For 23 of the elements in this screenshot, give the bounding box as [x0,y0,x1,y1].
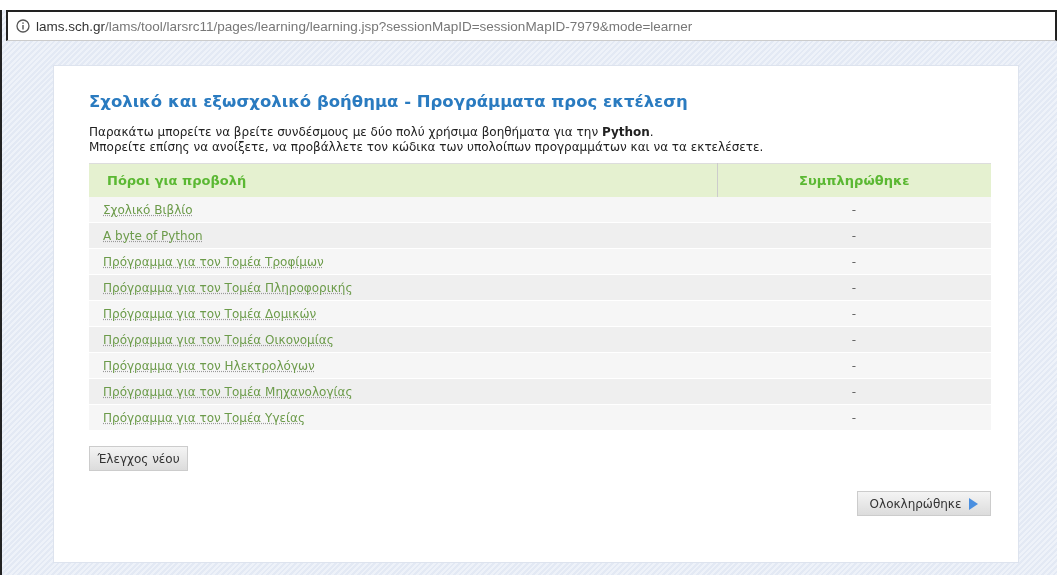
play-arrow-icon [969,497,979,510]
resource-link[interactable]: Πρόγραμμα για τον Ηλεκτρολόγων [103,358,315,373]
finish-button[interactable]: Ολοκληρώθηκε [857,491,991,516]
check-new-button[interactable]: Έλεγχος νέου [89,446,188,471]
resource-link[interactable]: Πρόγραμμα για τον Τομέα Υγείας [103,410,306,425]
info-icon[interactable] [16,19,30,33]
resource-link[interactable]: Πρόγραμμα για τον Τομέα Δομικών [103,306,317,321]
resource-link[interactable]: A byte of Python [103,228,203,243]
instructions-text: Παρακάτω μπορείτε να βρείτε συνδέσμους με δύο πολύ χρήσιμα βοηθήματα για την Python. Μπορείτε επίσης να ανοίξετε, να προβάλλετε τον κώδικα των υπολοίπων προγραμμάτων και να τα εκτελέσετε. [89,125,765,155]
table-cell: - [717,378,991,405]
table-cell: - [717,404,991,431]
resource-link[interactable]: Σχολικό Βιβλίο [103,202,193,217]
column-header: Πόροι για προβολή [89,163,717,197]
table-cell: - [717,300,991,327]
table-cell: - [717,248,991,275]
column-header: Συμπληρώθηκε [717,163,991,197]
table-cell: - [717,197,991,223]
table-cell: - [717,352,991,379]
table-cell: - [717,326,991,353]
table-cell: - [717,222,991,249]
resource-link[interactable]: Πρόγραμμα για τον Τομέα Τροφίμων [103,254,324,269]
table-cell: - [717,274,991,301]
page-title: Σχολικό και εξωσχολικό βοήθημα - Προγράμματα προς εκτέλεση [89,92,689,111]
